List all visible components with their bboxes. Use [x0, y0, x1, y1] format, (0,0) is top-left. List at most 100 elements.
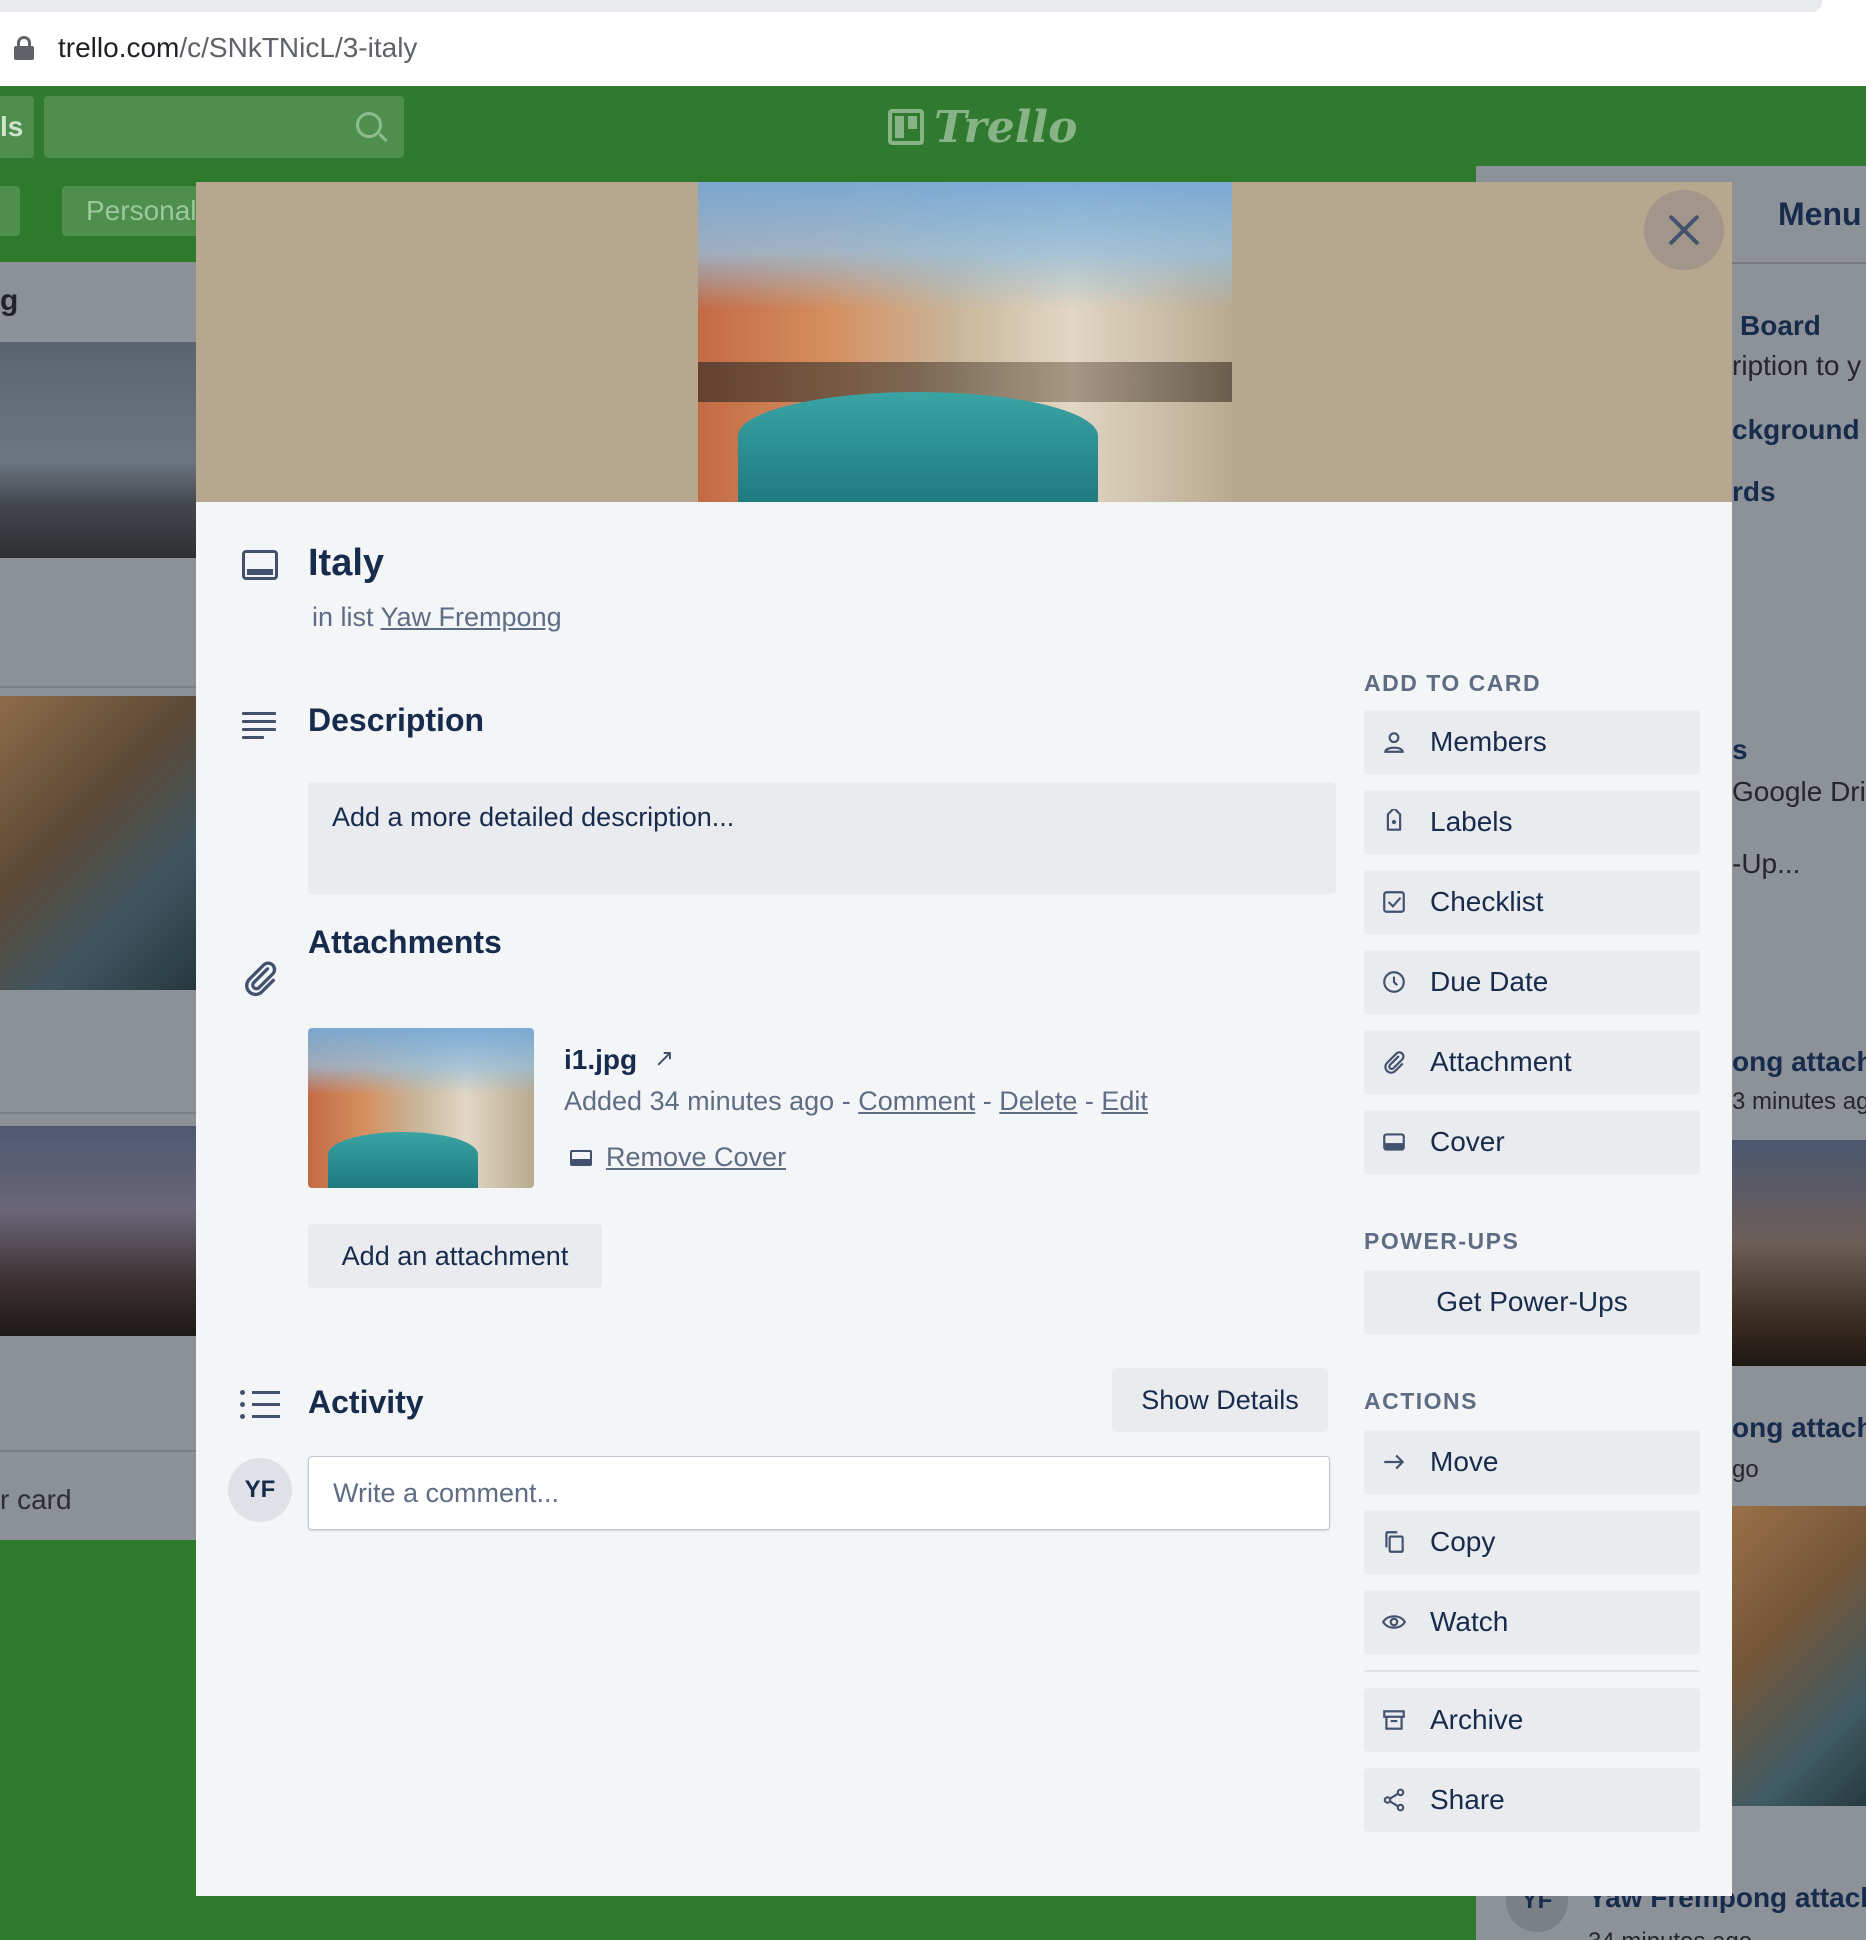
archive-icon	[1380, 1706, 1408, 1734]
clock-icon	[1380, 968, 1408, 996]
add-to-card-heading: ADD TO CARD	[1364, 670, 1542, 696]
attachment-thumbnail[interactable]	[308, 1028, 534, 1188]
card-divider	[0, 1112, 196, 1114]
actions-heading: ACTIONS	[1364, 1388, 1478, 1414]
members-button[interactable]: Members	[1364, 710, 1700, 774]
remove-cover-link[interactable]: Remove Cover	[606, 1142, 786, 1173]
description-icon	[242, 712, 276, 739]
card-cover-berlin	[0, 1126, 196, 1336]
description-input[interactable]: Add a more detailed description...	[308, 782, 1336, 894]
trello-board-icon	[888, 109, 924, 145]
activity-time: go	[1732, 1456, 1759, 1483]
attachment-button[interactable]: Attachment	[1364, 1030, 1700, 1094]
description-title: Description	[308, 702, 485, 738]
close-button[interactable]	[1644, 190, 1724, 270]
url-host: trello.com	[58, 32, 180, 63]
trello-logo-text: Trello	[934, 101, 1078, 153]
activity-icon	[240, 1390, 280, 1420]
attachments-title: Attachments	[308, 924, 502, 960]
add-attachment-button[interactable]: Add an attachment	[308, 1224, 602, 1288]
paperclip-icon	[245, 961, 277, 997]
remove-cover-row: Remove Cover	[570, 1142, 786, 1173]
eye-icon	[1380, 1608, 1408, 1636]
checklist-button[interactable]: Checklist	[1364, 870, 1700, 934]
power-ups-heading: POWER-UPS	[1364, 1228, 1520, 1254]
menu-divider	[1732, 262, 1866, 264]
cover-image-trevi-fountain	[698, 182, 1232, 502]
activity-text: ong attach	[1732, 1412, 1866, 1443]
checklist-label: Checklist	[1430, 886, 1544, 917]
comment-input[interactable]	[308, 1456, 1330, 1530]
separator: -	[1084, 1086, 1094, 1116]
move-label: Move	[1430, 1446, 1499, 1477]
activity-image-italy	[1732, 1506, 1866, 1806]
menu-item-text: ription to y	[1732, 350, 1862, 381]
archive-label: Archive	[1430, 1704, 1524, 1735]
menu-item-text: s	[1732, 734, 1748, 765]
attachment-meta: Added 34 minutes ago - Comment - Delete …	[564, 1086, 1148, 1117]
attachment-delete-link[interactable]: Delete	[999, 1086, 1077, 1116]
background-list: g r card	[0, 262, 196, 1540]
members-label: Members	[1430, 726, 1547, 757]
due-date-button[interactable]: Due Date	[1364, 950, 1700, 1014]
attachment-comment-link[interactable]: Comment	[858, 1086, 975, 1116]
card-icon	[242, 550, 278, 580]
header-search[interactable]	[44, 96, 404, 158]
menu-item-text: -Up...	[1732, 848, 1801, 879]
browser-chrome: trello.com/c/SNkTNicL/3-italy	[0, 0, 1866, 86]
avatar[interactable]: YF	[228, 1458, 292, 1522]
activity-title: Activity	[308, 1384, 424, 1420]
move-button[interactable]: Move	[1364, 1430, 1700, 1494]
menu-item-text: Google Driv	[1732, 776, 1866, 807]
attachment-added-time: Added 34 minutes ago	[564, 1086, 835, 1116]
paperclip-icon	[1380, 1048, 1408, 1076]
cover-button[interactable]: Cover	[1364, 1110, 1700, 1174]
address-bar[interactable]: trello.com/c/SNkTNicL/3-italy	[0, 20, 1866, 76]
checklist-icon	[1380, 888, 1408, 916]
menu-item-board: Board	[1740, 310, 1821, 341]
archive-button[interactable]: Archive	[1364, 1688, 1700, 1752]
activity-time: 3 minutes ag	[1732, 1088, 1866, 1115]
share-icon	[1380, 1786, 1408, 1814]
watch-label: Watch	[1430, 1606, 1509, 1637]
tag-icon	[1380, 808, 1408, 836]
card-title[interactable]: Italy	[308, 542, 384, 585]
activity-time: 34 minutes ago	[1588, 1928, 1752, 1940]
board-team-button[interactable]: Personal	[62, 186, 202, 236]
copy-button[interactable]: Copy	[1364, 1510, 1700, 1574]
show-details-button[interactable]: Show Details	[1112, 1368, 1328, 1432]
close-icon	[1667, 213, 1701, 247]
cover-icon	[570, 1149, 592, 1166]
external-link-icon[interactable]: ↗	[654, 1044, 674, 1073]
attachment-edit-link[interactable]: Edit	[1101, 1086, 1148, 1116]
attachment-label: Attachment	[1430, 1046, 1572, 1077]
get-power-ups-button[interactable]: Get Power-Ups	[1364, 1270, 1700, 1334]
separator: -	[841, 1086, 851, 1116]
person-icon	[1380, 728, 1408, 756]
boards-button[interactable]: ls	[0, 96, 34, 158]
url-path: /c/SNkTNicL/3-italy	[179, 32, 418, 63]
menu-item-background: ckground	[1732, 414, 1860, 445]
add-card-fragment: r card	[0, 1484, 72, 1515]
share-label: Share	[1430, 1784, 1505, 1815]
card-list-info: in list Yaw Frempong	[312, 602, 562, 633]
watch-button[interactable]: Watch	[1364, 1590, 1700, 1654]
trello-logo[interactable]: Trello	[888, 101, 1078, 153]
share-button[interactable]: Share	[1364, 1768, 1700, 1832]
activity-text: ong attach	[1732, 1046, 1866, 1077]
list-name-link[interactable]: Yaw Frempong	[381, 602, 562, 632]
separator: -	[982, 1086, 992, 1116]
search-icon	[356, 112, 382, 138]
lock-icon	[14, 36, 34, 60]
card-divider	[0, 686, 196, 688]
activity-image-berlin	[1732, 1140, 1866, 1366]
list-title-fragment: g	[0, 284, 19, 317]
card-cover	[196, 182, 1732, 502]
cover-icon	[1380, 1128, 1408, 1156]
copy-label: Copy	[1430, 1526, 1496, 1557]
labels-button[interactable]: Labels	[1364, 790, 1700, 854]
star-icon[interactable]	[0, 186, 20, 236]
attachment-file-name[interactable]: i1.jpg	[564, 1044, 637, 1076]
card-cover-italy	[0, 696, 196, 990]
menu-title: Menu	[1778, 196, 1862, 232]
